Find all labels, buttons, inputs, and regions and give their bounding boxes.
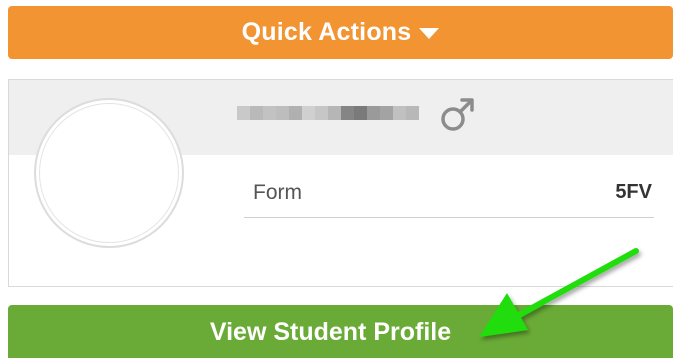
caret-down-icon (419, 28, 440, 39)
redaction-pixel (367, 106, 380, 120)
quick-actions-button[interactable]: Quick Actions (8, 6, 673, 59)
redaction-pixel (393, 106, 406, 120)
redaction-pixel (289, 106, 302, 120)
redaction-pixel (250, 106, 263, 120)
student-avatar (34, 98, 184, 248)
form-row: Form 5FV (244, 168, 654, 218)
redaction-pixel (315, 106, 328, 120)
student-card: Form 5FV (8, 79, 673, 287)
redaction-pixel (328, 106, 341, 120)
redaction-pixel (276, 106, 289, 120)
redaction-pixel (302, 106, 315, 120)
view-student-profile-label: View Student Profile (209, 318, 452, 346)
redaction-pixels (237, 106, 419, 120)
redaction-pixel (341, 106, 354, 120)
view-student-profile-button[interactable]: View Student Profile (8, 305, 673, 358)
redaction-pixel (406, 106, 419, 120)
form-label: Form (253, 180, 302, 204)
student-panel: Quick Actions Form 5FV View Student Prof… (0, 0, 673, 358)
redaction-pixel (263, 106, 276, 120)
male-symbol-icon (441, 98, 474, 131)
redaction-pixel (380, 106, 393, 120)
student-name-redacted (237, 90, 419, 136)
redaction-pixel (354, 106, 367, 120)
quick-actions-label: Quick Actions (241, 18, 412, 46)
redaction-pixel (237, 106, 250, 120)
form-value: 5FV (615, 181, 652, 203)
